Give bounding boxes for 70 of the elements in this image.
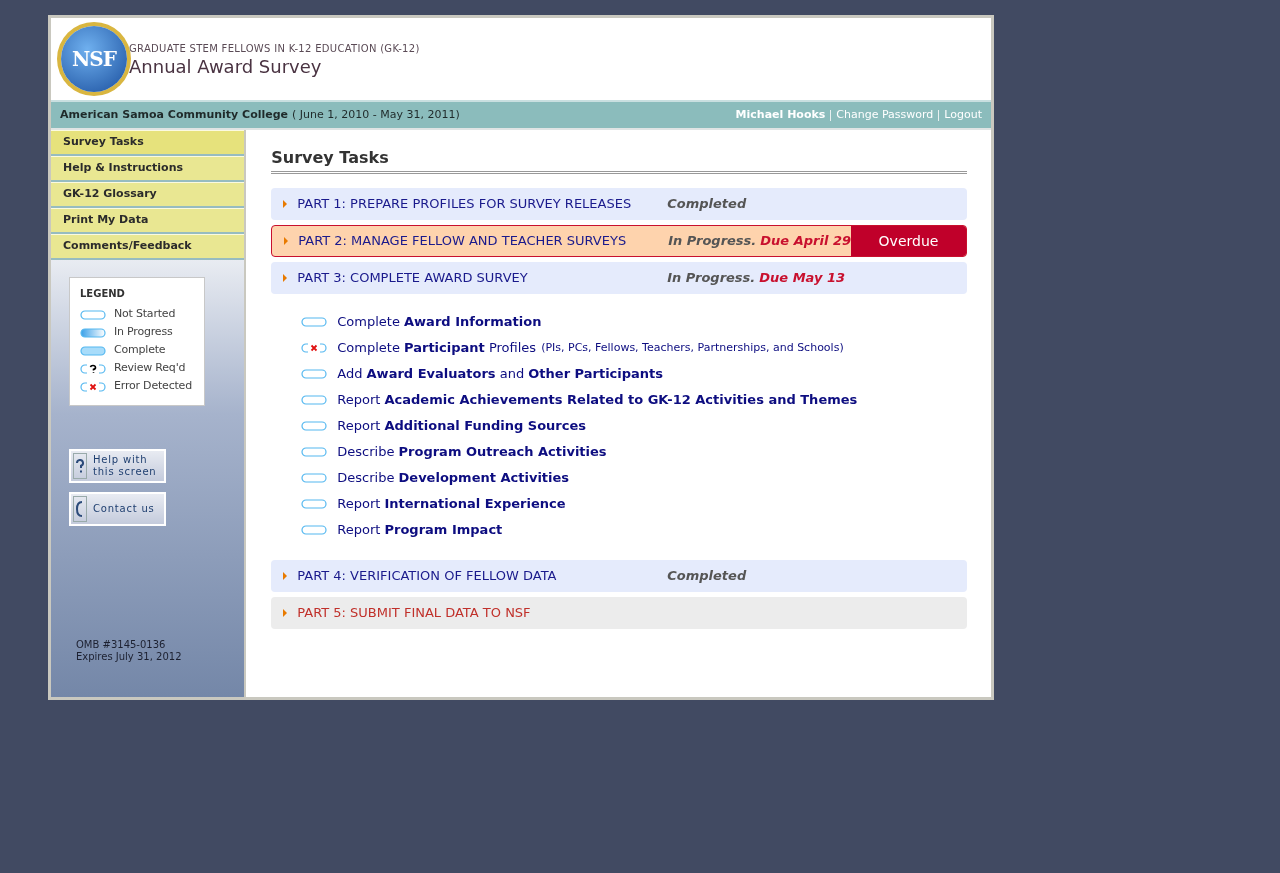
status-pill-icon — [301, 395, 328, 405]
task-link[interactable]: Describe Development Activities — [337, 468, 570, 488]
legend-label: Review Req'd — [114, 360, 186, 377]
caret-icon — [284, 237, 289, 245]
status-pill-icon — [80, 309, 106, 320]
overdue-badge: Overdue — [851, 226, 966, 256]
help-button[interactable]: Contact us — [69, 492, 166, 526]
part-status: In Progress. — [667, 269, 756, 288]
status-pill-icon — [301, 473, 328, 483]
task-link[interactable]: Report Academic Achievements Related to GK-12 Activities and Themes — [337, 390, 858, 410]
task-link[interactable]: Report Additional Funding Sources — [337, 416, 587, 436]
status-pill-icon — [301, 317, 328, 327]
task-link[interactable]: Report Program Impact — [337, 520, 503, 540]
phone-icon — [73, 496, 87, 522]
caret-icon — [283, 572, 288, 580]
part-row[interactable]: PART 5: SUBMIT FINAL DATA TO NSF — [271, 597, 967, 629]
part-status: Completed — [667, 195, 747, 214]
section-heading: Survey Tasks — [271, 146, 967, 174]
part-row[interactable]: PART 2: MANAGE FELLOW AND TEACHER SURVEYS In Progress. Due April 29 Overdue — [271, 225, 967, 257]
status-pill-icon — [301, 421, 328, 431]
omb-notice: Expires July 31, 2012 — [76, 651, 183, 663]
part-title: PART 2: MANAGE FELLOW AND TEACHER SURVEYS — [298, 232, 628, 251]
legend-label: Complete — [114, 342, 166, 359]
status-pill-icon — [80, 327, 106, 338]
caret-icon — [283, 200, 288, 208]
status-pill-icon — [80, 363, 106, 374]
status-pill-icon — [301, 369, 328, 379]
institution-name: American Samoa Community College — [60, 106, 289, 123]
survey-title: Annual Award Survey — [129, 55, 323, 78]
part-status: Completed — [667, 567, 747, 586]
status-pill-icon — [80, 345, 106, 356]
sidebar-item[interactable]: Help & Instructions — [51, 156, 245, 182]
task-link[interactable]: Describe Program Outreach Activities — [337, 442, 607, 462]
task-link[interactable]: Add Award Evaluators and Other Participants — [337, 364, 664, 384]
sidebar-item[interactable]: Comments/Feedback — [51, 234, 245, 260]
task-link[interactable]: Report International Experience — [337, 494, 566, 514]
omb-notice: OMB #3145-0136 — [76, 639, 167, 651]
sidebar-item[interactable]: GK-12 Glossary — [51, 182, 245, 208]
status-pill-icon — [301, 343, 328, 353]
logo-text: NSF — [72, 46, 116, 73]
part-row[interactable]: PART 4: VERIFICATION OF FELLOW DATA Completed — [271, 560, 967, 592]
part-row[interactable]: PART 1: PREPARE PROFILES FOR SURVEY RELEASES Completed — [271, 188, 967, 220]
question-icon — [73, 453, 87, 479]
caret-icon — [283, 274, 288, 282]
legend-label: Error Detected — [114, 378, 192, 395]
status-pill-icon — [301, 499, 328, 509]
part-status: In Progress. — [668, 232, 757, 251]
sidebar-item[interactable]: Survey Tasks — [51, 130, 245, 156]
part-title: PART 5: SUBMIT FINAL DATA TO NSF — [297, 604, 532, 623]
task-link[interactable]: Complete Participant Profiles — [337, 338, 537, 358]
legend-label: Not Started — [114, 306, 176, 323]
status-pill-icon — [80, 381, 106, 392]
award-period: ( June 1, 2010 - May 31, 2011) — [292, 106, 460, 123]
caret-icon — [283, 609, 288, 617]
sidebar-item[interactable]: Print My Data — [51, 208, 245, 234]
due-date: Due April 29 — [760, 232, 851, 251]
part-row[interactable]: PART 3: COMPLETE AWARD SURVEY In Progress. Due May 13 — [271, 262, 967, 294]
user-name: Michael Hooks — [735, 106, 826, 123]
part-title: PART 1: PREPARE PROFILES FOR SURVEY RELEASES — [297, 195, 633, 214]
task-note: (PIs, PCs, Fellows, Teachers, Partnerships, and Schools) — [541, 339, 844, 356]
due-date: Due May 13 — [759, 269, 846, 288]
legend-label: In Progress — [114, 324, 173, 341]
help-button[interactable]: Help with this screen — [69, 449, 166, 483]
part-title: PART 3: COMPLETE AWARD SURVEY — [297, 269, 529, 288]
program-name: GRADUATE STEM FELLOWS IN K-12 EDUCATION (GK-12) — [129, 41, 420, 56]
status-pill-icon — [301, 447, 328, 457]
status-pill-icon — [301, 525, 328, 535]
part-title: PART 4: VERIFICATION OF FELLOW DATA — [297, 567, 558, 586]
task-link[interactable]: Complete Award Information — [337, 312, 542, 332]
legend-title: LEGEND — [80, 287, 126, 301]
